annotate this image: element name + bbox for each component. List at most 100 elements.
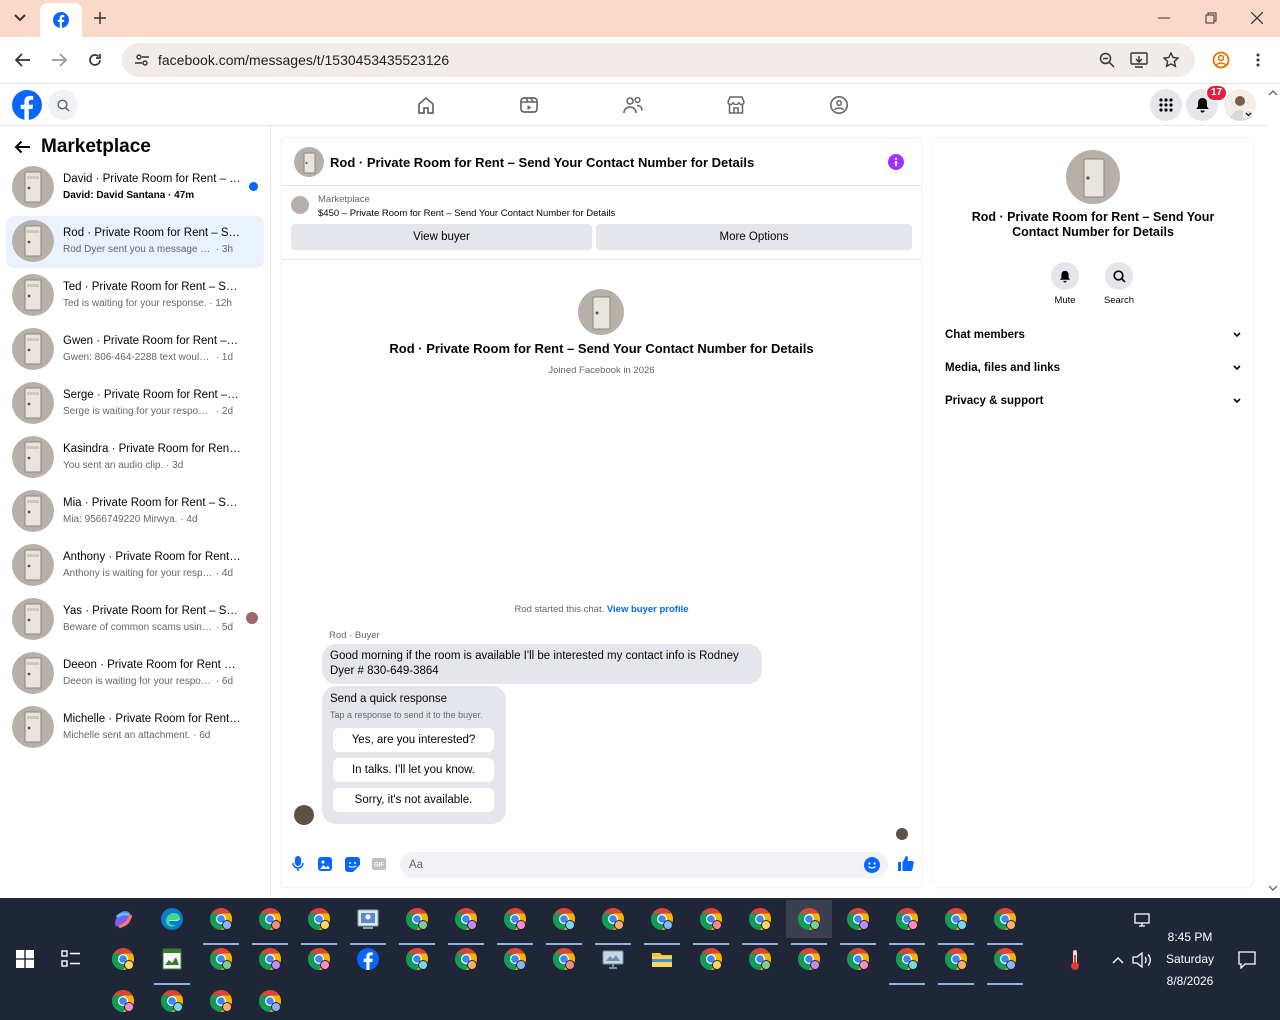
address-bar[interactable]: facebook.com/messages/t/1530453435523126 [122,43,1195,77]
quick-response-option[interactable]: Yes, are you interested? [333,728,494,752]
chrome-window-icon[interactable] [892,904,922,934]
chrome-window-icon[interactable] [794,904,824,934]
chrome-window-icon[interactable] [892,944,922,974]
file-explorer-icon[interactable] [647,944,677,974]
browser-menu-icon[interactable] [1246,48,1270,72]
taskbar-day[interactable]: Saturday [1154,952,1226,966]
site-settings-icon[interactable] [134,52,150,68]
chrome-window-icon[interactable] [549,904,579,934]
chrome-window-icon[interactable] [304,904,334,934]
chrome-window-icon[interactable] [696,944,726,974]
weather-thermometer-icon[interactable] [1063,948,1087,972]
scroll-down-arrow-icon[interactable] [1268,884,1278,892]
chrome-window-icon[interactable] [206,904,236,934]
chrome-window-icon[interactable] [206,986,236,1016]
more-options-button[interactable]: More Options [596,224,912,250]
chat-title[interactable]: Rod · Private Room for Rent – Send Your … [330,155,754,170]
thumbs-up-icon[interactable] [896,854,914,872]
conversation-item[interactable]: Serge · Private Room for Rent – Send You… [6,378,264,430]
forward-arrow-icon[interactable] [47,48,71,72]
display-settings-icon[interactable] [598,944,628,974]
facebook-search-icon[interactable] [48,90,78,120]
microphone-icon[interactable] [290,856,306,872]
chrome-window-icon[interactable] [206,944,236,974]
chrome-window-icon[interactable] [990,904,1020,934]
chrome-window-icon[interactable] [745,904,775,934]
sticker-icon[interactable] [344,856,360,872]
chrome-window-icon[interactable] [402,944,432,974]
reload-icon[interactable] [83,48,107,72]
chrome-window-icon[interactable] [794,944,824,974]
chrome-window-icon[interactable] [843,904,873,934]
copilot-icon[interactable] [108,904,138,934]
marketplace-icon[interactable] [724,93,748,117]
chat-members-section[interactable]: Chat members [945,325,1241,345]
volume-icon[interactable] [1130,948,1154,972]
gif-icon[interactable]: GIF [371,856,387,872]
chrome-window-icon[interactable] [108,944,138,974]
conversation-item[interactable]: Anthony · Private Room for Rent – Send Y… [6,540,264,592]
conversation-item[interactable]: Mia · Private Room for Rent – Send Your … [6,486,264,538]
conversation-item[interactable]: Deeon · Private Room for Rent – Send You… [6,648,264,700]
chrome-window-icon[interactable] [500,904,530,934]
sender-avatar[interactable] [294,805,314,825]
search-in-conversation-button[interactable]: Search [1099,262,1139,306]
chrome-window-icon[interactable] [843,944,873,974]
taskbar-date[interactable]: 8/8/2026 [1154,974,1226,988]
browser-tab-facebook[interactable] [40,3,82,37]
bookmark-star-icon[interactable] [1161,50,1181,70]
mute-button[interactable]: Mute [1045,262,1085,306]
conversation-item[interactable]: Kasindra · Private Room for Rent – Send … [6,432,264,484]
facebook-app-icon[interactable] [353,944,383,974]
chrome-window-icon[interactable] [598,904,628,934]
new-tab-plus-icon[interactable] [88,6,112,30]
video-reels-icon[interactable] [517,93,541,117]
edge-icon[interactable] [157,904,187,934]
view-buyer-button[interactable]: View buyer [291,224,592,250]
back-arrow-icon[interactable] [11,48,35,72]
view-buyer-profile-link[interactable]: View buyer profile [607,604,689,615]
chrome-window-icon[interactable] [941,904,971,934]
quick-response-option[interactable]: Sorry, it's not available. [333,788,494,812]
network-icon[interactable] [1130,908,1154,932]
chrome-window-icon[interactable] [108,986,138,1016]
minimize-icon[interactable] [1152,6,1176,30]
media-files-links-section[interactable]: Media, files and links [945,358,1241,378]
chrome-window-icon[interactable] [941,944,971,974]
message-input[interactable]: Aa [400,852,888,878]
groups-icon[interactable] [827,93,851,117]
emoji-icon[interactable] [864,857,880,873]
close-window-icon[interactable] [1245,6,1269,30]
profile-avatar[interactable] [578,289,624,335]
photo-icon[interactable] [317,856,333,872]
chrome-window-icon[interactable] [157,986,187,1016]
conversation-item[interactable]: Ted · Private Room for Rent – Send Your … [6,270,264,322]
chrome-window-icon[interactable] [500,944,530,974]
install-app-icon[interactable] [1129,50,1149,70]
notification-center-icon[interactable] [1235,948,1259,972]
chrome-window-icon[interactable] [745,944,775,974]
quick-response-option[interactable]: In talks. I'll let you know. [333,758,494,782]
remote-desktop-icon[interactable] [353,904,383,934]
tab-search-chevron-icon[interactable] [8,6,32,30]
chrome-window-icon[interactable] [255,944,285,974]
chrome-window-icon[interactable] [647,904,677,934]
account-chevron-down-icon[interactable] [1243,109,1254,120]
notepad-chart-icon[interactable] [157,944,187,974]
conversation-item[interactable]: Yas · Private Room for Rent – Send Your … [6,594,264,646]
back-arrow-icon[interactable] [14,140,31,154]
taskbar-time[interactable]: 8:45 PM [1154,930,1226,944]
conversation-item[interactable]: Rod · Private Room for Rent – Send Your … [6,216,264,268]
chrome-window-icon[interactable] [549,944,579,974]
restore-icon[interactable] [1199,6,1223,30]
zoom-icon[interactable] [1097,50,1117,70]
url-text[interactable]: facebook.com/messages/t/1530453435523126 [158,52,449,68]
incoming-message[interactable]: Good morning if the room is available I'… [322,644,762,684]
chrome-window-icon[interactable] [255,904,285,934]
conversation-item[interactable]: Michelle · Private Room for Rent – Send … [6,702,264,754]
scroll-up-arrow-icon[interactable] [1268,89,1278,97]
info-icon[interactable] [888,154,904,170]
chrome-window-icon[interactable] [696,904,726,934]
search-icon[interactable] [1105,262,1133,290]
home-icon[interactable] [414,93,438,117]
